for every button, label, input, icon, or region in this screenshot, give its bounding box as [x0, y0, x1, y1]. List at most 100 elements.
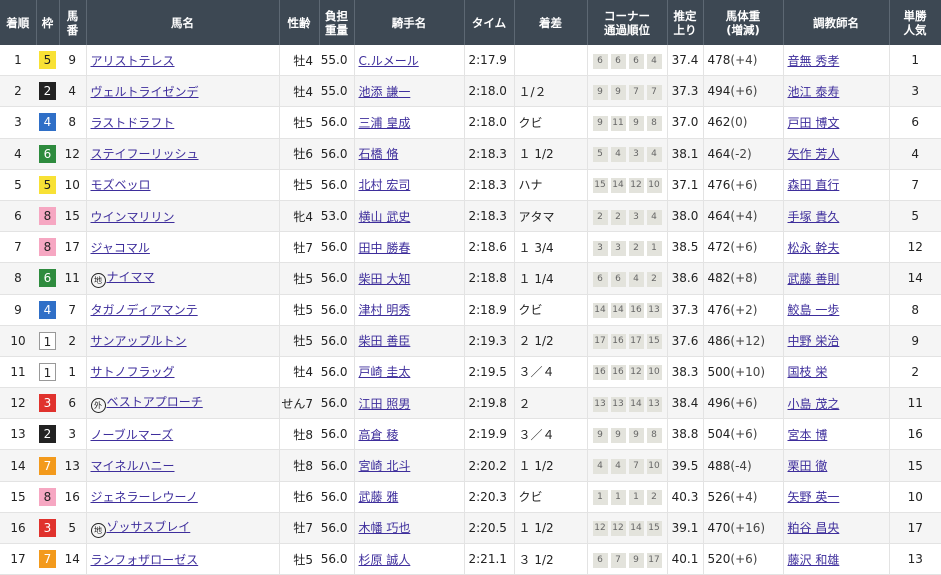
last3f-cell: 40.3 — [666, 481, 703, 513]
trainer-link[interactable]: 森田 直行 — [788, 178, 840, 192]
jockey-link[interactable]: 三浦 皇成 — [359, 116, 411, 130]
waku-cell: 1 — [36, 356, 59, 389]
jockey-link[interactable]: C.ルメール — [359, 54, 419, 68]
trainer-link[interactable]: 栗田 徹 — [788, 459, 828, 473]
corner-position: 9 — [610, 84, 626, 100]
trainer-cell: 手塚 貴久 — [782, 200, 889, 233]
horse-name-link[interactable]: マイネルハニー — [91, 459, 175, 473]
jockey-link[interactable]: 宮崎 北斗 — [359, 459, 411, 473]
jockey-link[interactable]: 杉原 誠人 — [359, 553, 411, 567]
trainer-link[interactable]: 中野 栄治 — [788, 334, 840, 348]
foreign-horse-mark: 外 — [90, 398, 106, 414]
horse-name-link[interactable]: ベストアプローチ — [107, 395, 203, 409]
umaban-cell: 13 — [59, 449, 86, 482]
rank-cell: 8 — [0, 262, 36, 295]
sex-age-cell: 牡5 — [278, 262, 319, 295]
jockey-link[interactable]: 高倉 稜 — [359, 428, 399, 442]
waku-badge: 3 — [39, 518, 56, 537]
horse-name-link[interactable]: ウインマリリン — [91, 210, 175, 224]
body-weight-cell: 482(+8) — [702, 262, 783, 295]
trainer-link[interactable]: 矢作 芳人 — [788, 147, 840, 161]
jockey-link[interactable]: 江田 照男 — [359, 397, 411, 411]
trainer-link[interactable]: 藤沢 和雄 — [788, 553, 840, 567]
rank-cell: 17 — [0, 543, 36, 575]
horse-name-link[interactable]: サトノフラッグ — [91, 365, 175, 379]
trainer-link[interactable]: 矢野 英一 — [788, 490, 840, 504]
col-horse-header: 馬名 — [86, 0, 280, 45]
trainer-link[interactable]: 武藤 善則 — [788, 272, 840, 286]
corner-position: 3 — [628, 209, 644, 225]
trainer-link[interactable]: 国枝 栄 — [788, 365, 828, 379]
jockey-link[interactable]: 武藤 雅 — [359, 490, 399, 504]
weight-cell: 56.0 — [319, 325, 354, 357]
popularity-cell: 16 — [888, 418, 941, 451]
margin-cell: クビ — [513, 106, 587, 139]
jockey-link[interactable]: 田中 勝春 — [359, 241, 411, 255]
waku-cell: 5 — [36, 169, 59, 201]
corner-position: 14 — [610, 178, 626, 194]
body-weight-diff: (+6) — [730, 177, 758, 192]
trainer-link[interactable]: 松永 幹夫 — [788, 241, 840, 255]
jockey-link[interactable]: 柴田 大知 — [359, 272, 411, 286]
time-cell: 2:21.1 — [463, 543, 514, 575]
body-weight-cell: 470(+16) — [702, 512, 783, 545]
jockey-cell: 石橋 脩 — [353, 138, 464, 170]
trainer-link[interactable]: 池江 泰寿 — [788, 85, 840, 99]
trainer-link[interactable]: 小島 茂之 — [788, 397, 840, 411]
popularity-cell: 8 — [888, 294, 941, 326]
margin-cell: ３ 1/2 — [513, 543, 587, 575]
body-weight-cell: 496(+6) — [702, 387, 783, 420]
horse-name-link[interactable]: サンアップルトン — [91, 334, 187, 348]
horse-name-link[interactable]: ラストドラフト — [91, 116, 175, 130]
horse-name-link[interactable]: ヴェルトライゼンデ — [91, 85, 199, 99]
horse-cell: アリストテレス — [85, 45, 279, 77]
horse-name-link[interactable]: ナイママ — [107, 270, 155, 284]
trainer-link[interactable]: 戸田 博文 — [788, 116, 840, 130]
trainer-link[interactable]: 宮本 博 — [788, 428, 828, 442]
trainer-link[interactable]: 鮫島 一歩 — [788, 303, 840, 317]
table-row: 11 1 1 サトノフラッグ 牡4 56.0 戸崎 圭太 2:19.5 ３／４ … — [0, 356, 941, 389]
horse-cell: 外ベストアプローチ — [85, 387, 279, 420]
corner-position: 12 — [610, 521, 626, 537]
jockey-link[interactable]: 戸崎 圭太 — [359, 365, 411, 379]
horse-name-link[interactable]: アリストテレス — [91, 54, 175, 68]
jockey-link[interactable]: 津村 明秀 — [359, 303, 411, 317]
corner-cell: 14 14 16 13 — [586, 294, 667, 326]
col-popularity-header: 単勝 人気 — [889, 0, 941, 45]
weight-cell: 56.0 — [319, 138, 354, 170]
jockey-link[interactable]: 池添 謙一 — [359, 85, 411, 99]
jockey-link[interactable]: 横山 武史 — [359, 210, 411, 224]
jockey-link[interactable]: 柴田 善臣 — [359, 334, 411, 348]
horse-name-link[interactable]: ジャコマル — [91, 241, 150, 255]
horse-name-link[interactable]: ゾッサスブレイ — [107, 520, 191, 534]
corner-position: 14 — [628, 396, 644, 412]
waku-badge: 3 — [39, 394, 56, 413]
body-weight-cell: 476(+2) — [702, 294, 783, 326]
margin-cell: １/２ — [513, 75, 587, 108]
trainer-link[interactable]: 音無 秀孝 — [788, 54, 840, 68]
corner-position: 9 — [592, 115, 608, 131]
col-corner-header: コーナー 通過順位 — [587, 0, 668, 45]
trainer-link[interactable]: 粕谷 昌央 — [788, 521, 840, 535]
header-line: (増減) — [726, 22, 760, 37]
table-row: 6 8 15 ウインマリリン 牝4 53.0 横山 武史 2:18.3 アタマ … — [0, 200, 941, 233]
umaban-cell: 5 — [59, 512, 86, 545]
weight-cell: 56.0 — [319, 231, 354, 264]
horse-name-link[interactable]: ジェネラーレウーノ — [91, 490, 198, 504]
horse-name-link[interactable]: ステイフーリッシュ — [91, 147, 199, 161]
horse-name-link[interactable]: ランフォザローゼス — [91, 553, 199, 567]
corner-cell: 6 6 4 2 — [586, 262, 667, 295]
body-weight-diff: (+6) — [730, 84, 758, 99]
jockey-link[interactable]: 木幡 巧也 — [359, 521, 411, 535]
jockey-link[interactable]: 北村 宏司 — [359, 178, 411, 192]
horse-name-link[interactable]: モズベッロ — [91, 178, 151, 192]
horse-name-link[interactable]: タガノディアマンテ — [91, 303, 198, 317]
trainer-link[interactable]: 手塚 貴久 — [788, 210, 840, 224]
last3f-cell: 37.3 — [666, 75, 703, 108]
horse-name-link[interactable]: ノーブルマーズ — [91, 428, 174, 442]
weight-cell: 56.0 — [319, 512, 354, 545]
header-line: 番 — [66, 22, 79, 37]
waku-badge: 8 — [39, 207, 56, 226]
jockey-link[interactable]: 石橋 脩 — [359, 147, 399, 161]
margin-cell: １ 1/2 — [513, 512, 587, 545]
